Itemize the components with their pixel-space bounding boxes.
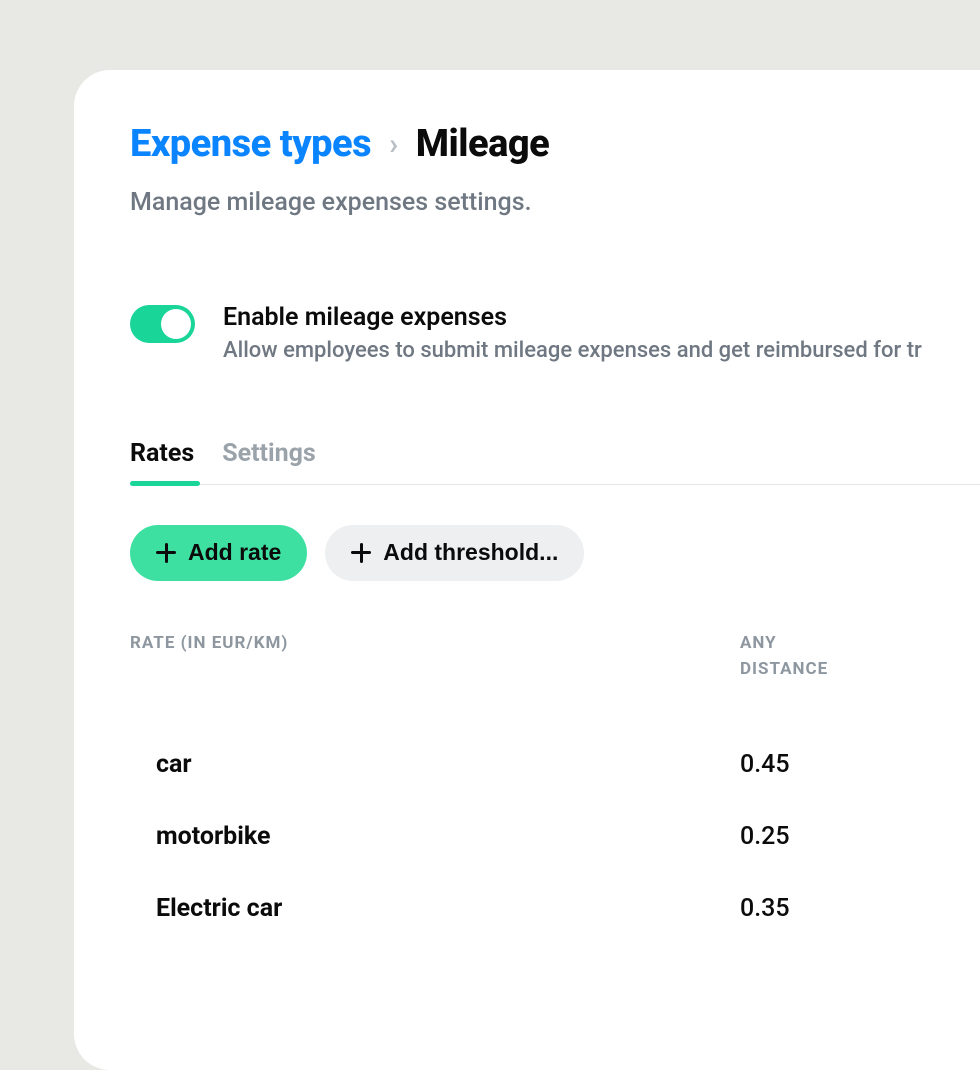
table-body: car 0.45 motorbike 0.25 Electric car 0.3… [130, 729, 980, 945]
add-rate-label: Add rate [188, 539, 281, 566]
table-row[interactable]: Electric car 0.35 [130, 873, 980, 945]
chevron-right-icon: › [389, 128, 398, 161]
tab-settings[interactable]: Settings [222, 439, 316, 484]
tabs: Rates Settings [130, 439, 980, 485]
rate-actions: Add rate Add threshold... [130, 525, 980, 581]
page-subtitle: Manage mileage expenses settings. [130, 188, 980, 217]
enable-mileage-title: Enable mileage expenses [223, 303, 922, 332]
column-header-distance: ANY DISTANCE [740, 633, 940, 679]
table-header: RATE (IN EUR/KM) ANY DISTANCE [130, 633, 980, 679]
settings-card: Expense types › Mileage Manage mileage e… [74, 70, 980, 1070]
add-rate-button[interactable]: Add rate [130, 525, 307, 581]
enable-mileage-row: Enable mileage expenses Allow employees … [130, 303, 980, 363]
tab-rates[interactable]: Rates [130, 439, 194, 484]
enable-mileage-text: Enable mileage expenses Allow employees … [223, 303, 922, 363]
plus-icon [351, 543, 371, 563]
breadcrumb-current: Mileage [416, 124, 550, 166]
column-header-distance-line1: ANY [740, 633, 777, 653]
table-row[interactable]: motorbike 0.25 [130, 801, 980, 873]
rate-name: Electric car [130, 894, 740, 923]
rate-value: 0.45 [740, 750, 940, 779]
breadcrumb-parent-link[interactable]: Expense types [130, 124, 371, 166]
column-header-distance-line2: DISTANCE [740, 659, 940, 679]
add-threshold-label: Add threshold... [383, 539, 558, 566]
rates-table: RATE (IN EUR/KM) ANY DISTANCE car 0.45 m… [130, 633, 980, 945]
breadcrumb: Expense types › Mileage [130, 124, 980, 166]
table-row[interactable]: car 0.45 [130, 729, 980, 801]
rate-value: 0.35 [740, 894, 940, 923]
rate-value: 0.25 [740, 822, 940, 851]
enable-mileage-description: Allow employees to submit mileage expens… [223, 338, 922, 363]
rate-name: motorbike [130, 822, 740, 851]
add-threshold-button[interactable]: Add threshold... [325, 525, 584, 581]
plus-icon [156, 543, 176, 563]
column-header-rate: RATE (IN EUR/KM) [130, 633, 740, 679]
rate-name: car [130, 750, 740, 779]
enable-mileage-toggle[interactable] [130, 305, 195, 343]
